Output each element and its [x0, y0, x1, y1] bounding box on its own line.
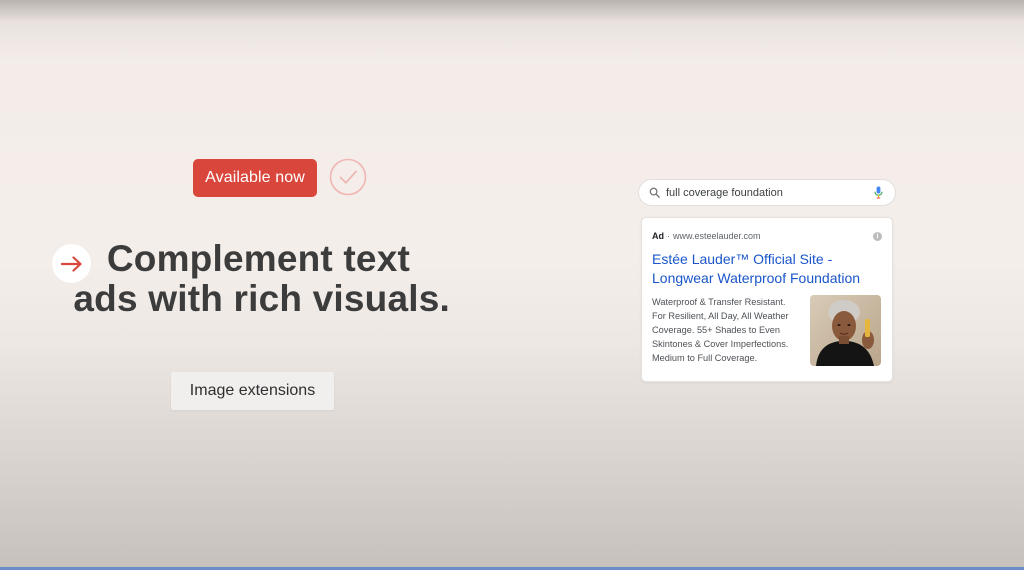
info-icon[interactable]: i: [873, 231, 882, 241]
ad-desc-line: Skintones & Cover Imperfections.: [652, 339, 789, 349]
search-query[interactable]: full coverage foundation: [666, 187, 874, 199]
ad-image[interactable]: [810, 295, 881, 366]
ad-description: Waterproof & Transfer Resistant. For Res…: [652, 295, 810, 365]
headline-line-2: ads with rich visuals.: [73, 278, 450, 319]
ad-title-line-2[interactable]: Longwear Waterproof Foundation: [652, 269, 887, 288]
ad-desc-line: Waterproof & Transfer Resistant.: [652, 297, 786, 307]
check-circle-icon: [329, 158, 367, 196]
ad-title-link[interactable]: Estée Lauder™ Official Site - Longwear W…: [652, 250, 887, 288]
tag-label: Image extensions: [189, 382, 316, 399]
headline-line-1: Complement text: [106, 238, 410, 279]
search-icon: [649, 187, 660, 198]
ad-separator: ·: [667, 231, 670, 241]
model-portrait-image: [810, 295, 881, 366]
mic-icon[interactable]: [874, 186, 883, 199]
ad-result-card: Ad · www.esteelauder.com i Estée Lauder™…: [641, 217, 893, 382]
ad-title-line-1[interactable]: Estée Lauder™ Official Site -: [652, 250, 887, 269]
ad-domain[interactable]: www.esteelauder.com: [673, 231, 761, 241]
ad-desc-line: Coverage. 55+ Shades to Even: [652, 325, 780, 335]
available-now-badge: Available now: [193, 159, 317, 197]
ad-label: Ad: [652, 231, 664, 241]
slide: Available now Complement text ads with r…: [0, 0, 1024, 570]
badge-label: Available now: [205, 169, 305, 186]
image-extensions-tag: Image extensions: [171, 372, 334, 410]
headline: Complement text ads with rich visuals.: [70, 239, 450, 319]
ad-header: Ad · www.esteelauder.com i: [652, 231, 882, 241]
ad-desc-line: Medium to Full Coverage.: [652, 353, 758, 363]
ad-desc-line: For Resilient, All Day, All Weather: [652, 311, 789, 321]
search-bar[interactable]: full coverage foundation: [638, 179, 896, 206]
